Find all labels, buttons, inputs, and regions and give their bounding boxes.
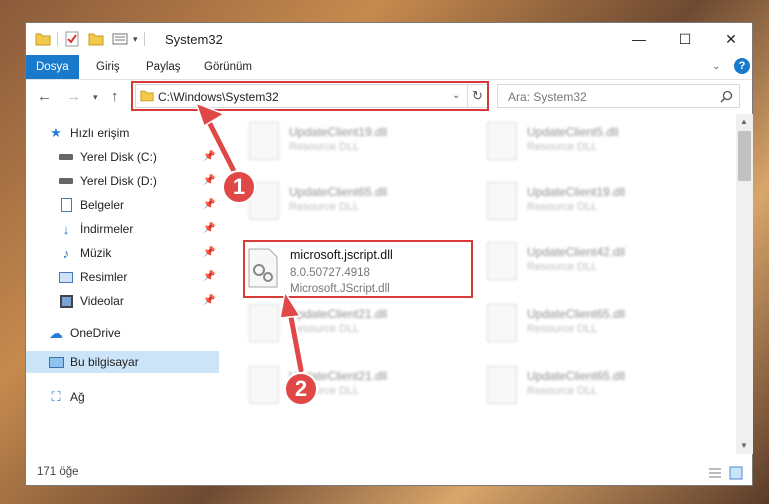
step-badge-2: 2 [284, 372, 318, 406]
annotation-arrows [194, 101, 306, 375]
step-badge-1: 1 [222, 170, 256, 204]
